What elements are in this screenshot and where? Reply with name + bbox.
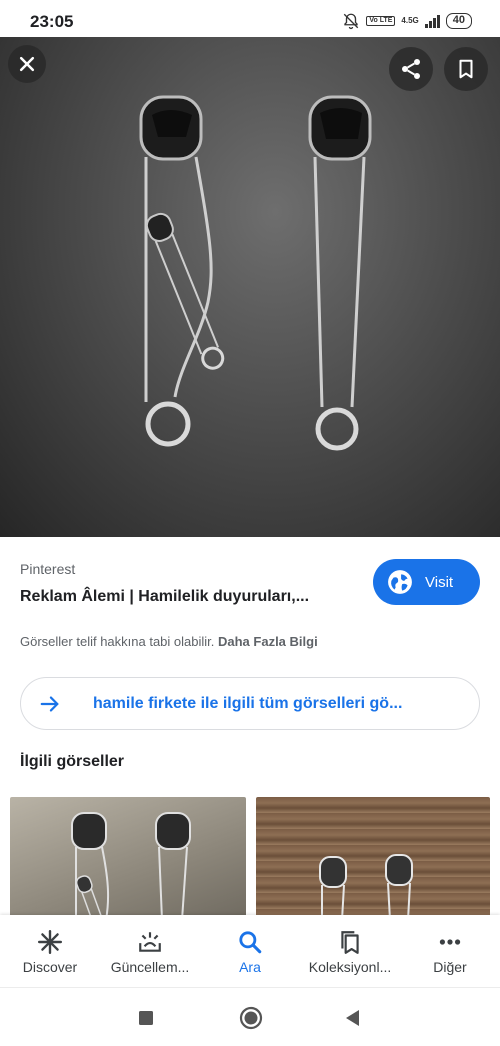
volte-indicator: Vo LTE xyxy=(366,16,396,26)
learn-more-link[interactable]: Daha Fazla Bilgi xyxy=(218,634,318,649)
nav-label: Ara xyxy=(239,959,261,975)
nav-label: Güncellem... xyxy=(110,959,190,975)
close-button[interactable] xyxy=(8,45,46,83)
source-label[interactable]: Pinterest xyxy=(20,561,75,577)
network-type: 4.5G xyxy=(401,16,419,25)
related-image-1 xyxy=(71,812,191,920)
safety-pins-image xyxy=(139,95,372,451)
more-icon xyxy=(439,939,461,945)
nav-item-more[interactable]: Diğer xyxy=(400,915,500,987)
home-button[interactable] xyxy=(238,1005,264,1031)
related-image-2 xyxy=(319,854,413,920)
battery-indicator: 40 xyxy=(445,13,472,29)
related-image-thumbnail[interactable] xyxy=(10,797,246,920)
notifications-off-icon xyxy=(344,13,359,30)
save-button[interactable] xyxy=(444,47,488,91)
updates-icon xyxy=(139,932,161,952)
nav-label: Diğer xyxy=(433,959,467,975)
copyright-notice: Görseller telif hakkına tabi olabilir. D… xyxy=(20,634,318,649)
nav-label: Discover xyxy=(22,959,78,975)
search-icon xyxy=(239,931,262,954)
status-icons: Vo LTE 4.5G 40 xyxy=(342,12,472,30)
nav-item-updates[interactable]: Güncellem... xyxy=(100,915,200,987)
recents-button[interactable] xyxy=(133,1005,159,1031)
visit-label: Visit xyxy=(425,573,454,591)
circle-icon xyxy=(239,1006,263,1030)
square-icon xyxy=(139,1011,153,1025)
all-images-label: hamile firkete ile ilgili tüm görselleri… xyxy=(93,694,403,712)
globe-icon xyxy=(388,570,412,594)
bookmark-icon xyxy=(459,59,473,79)
signal-icon xyxy=(424,14,440,28)
all-images-link[interactable]: hamile firkete ile ilgili tüm görselleri… xyxy=(20,677,480,730)
related-image-thumbnail[interactable] xyxy=(256,797,490,920)
related-images-heading: İlgili görseller xyxy=(20,753,125,770)
close-icon xyxy=(19,56,35,72)
back-triangle-icon xyxy=(346,1010,359,1026)
nav-label: Koleksiyonl... xyxy=(308,959,392,975)
nav-item-search[interactable]: Ara xyxy=(200,915,300,987)
visit-button[interactable]: Visit xyxy=(373,559,480,605)
result-title[interactable]: Reklam Âlemi | Hamilelik duyuruları,... xyxy=(20,588,309,606)
system-navigation-bar xyxy=(0,987,500,1046)
bottom-navigation: Discover Güncellem... Ara Koleksiyonl... xyxy=(0,915,500,987)
share-button[interactable] xyxy=(389,47,433,91)
status-time: 23:05 xyxy=(30,12,74,31)
nav-item-discover[interactable]: Discover xyxy=(0,915,100,987)
main-image[interactable] xyxy=(0,37,500,537)
share-icon xyxy=(402,59,420,79)
asterisk-icon xyxy=(37,929,63,955)
arrow-right-icon xyxy=(40,695,59,712)
copyright-text: Görseller telif hakkına tabi olabilir. xyxy=(20,634,215,649)
back-button[interactable] xyxy=(340,1005,366,1031)
nav-item-collections[interactable]: Koleksiyonl... xyxy=(300,915,400,987)
collections-icon xyxy=(341,931,359,954)
